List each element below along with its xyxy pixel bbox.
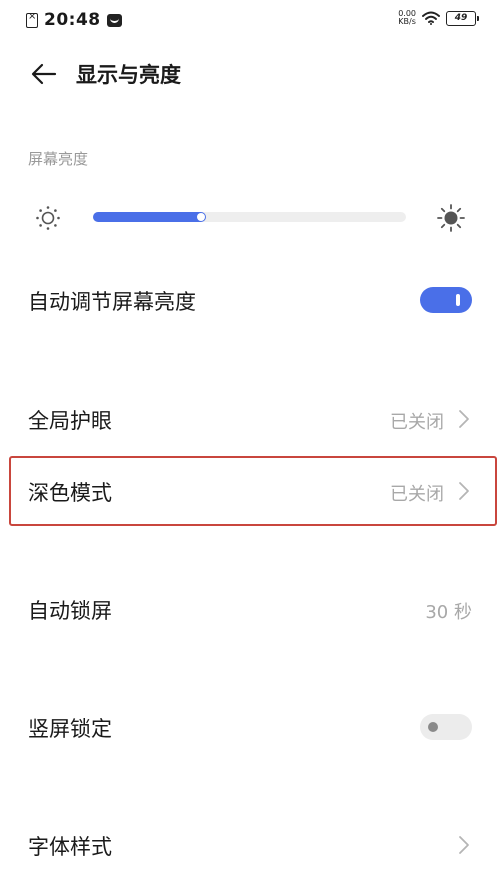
network-speed: 0.00 KB/s: [398, 10, 416, 26]
eye-protection-row[interactable]: 全局护眼 已关闭: [0, 387, 500, 451]
network-speed-unit: KB/s: [398, 17, 416, 26]
display-brightness-screen: 20:48 0.00 KB/s 49 显示与亮度: [0, 0, 500, 888]
auto-lock-label: 自动锁屏: [28, 599, 112, 623]
font-style-row[interactable]: 字体样式: [0, 813, 500, 877]
auto-lock-row[interactable]: 自动锁屏 30 秒: [0, 577, 500, 641]
auto-brightness-row[interactable]: 自动调节屏幕亮度: [0, 268, 500, 332]
status-bar: 20:48 0.00 KB/s 49: [0, 0, 500, 40]
battery-icon: 49: [446, 10, 479, 26]
brightness-slider[interactable]: [93, 212, 406, 222]
highlight-box: [9, 456, 497, 526]
brightness-slider-thumb[interactable]: [197, 213, 205, 221]
page-title: 显示与亮度: [76, 63, 181, 87]
eye-protection-label: 全局护眼: [28, 409, 112, 433]
portrait-lock-row[interactable]: 竖屏锁定: [0, 695, 500, 759]
auto-brightness-label: 自动调节屏幕亮度: [28, 290, 196, 314]
header: 显示与亮度: [0, 50, 500, 96]
notification-icon: [26, 11, 38, 28]
brightness-control: [0, 200, 500, 236]
back-button[interactable]: [28, 60, 60, 88]
portrait-lock-toggle[interactable]: [420, 714, 472, 740]
eye-protection-value: 已关闭: [390, 412, 444, 433]
arrow-left-icon: [31, 63, 57, 85]
auto-brightness-toggle[interactable]: [420, 287, 472, 313]
auto-lock-value: 30 秒: [425, 602, 472, 623]
status-time: 20:48: [44, 10, 101, 30]
sun-bright-icon: [437, 204, 465, 232]
font-style-label: 字体样式: [28, 835, 112, 859]
sun-dim-icon: [36, 206, 60, 230]
battery-level: 49: [454, 13, 468, 23]
chevron-right-icon: [459, 410, 469, 428]
portrait-lock-label: 竖屏锁定: [28, 717, 112, 741]
chevron-right-icon: [459, 836, 469, 854]
brightness-section-label: 屏幕亮度: [28, 150, 89, 168]
wifi-icon: [422, 11, 440, 25]
brightness-slider-fill: [93, 212, 206, 222]
message-icon: [106, 13, 122, 27]
